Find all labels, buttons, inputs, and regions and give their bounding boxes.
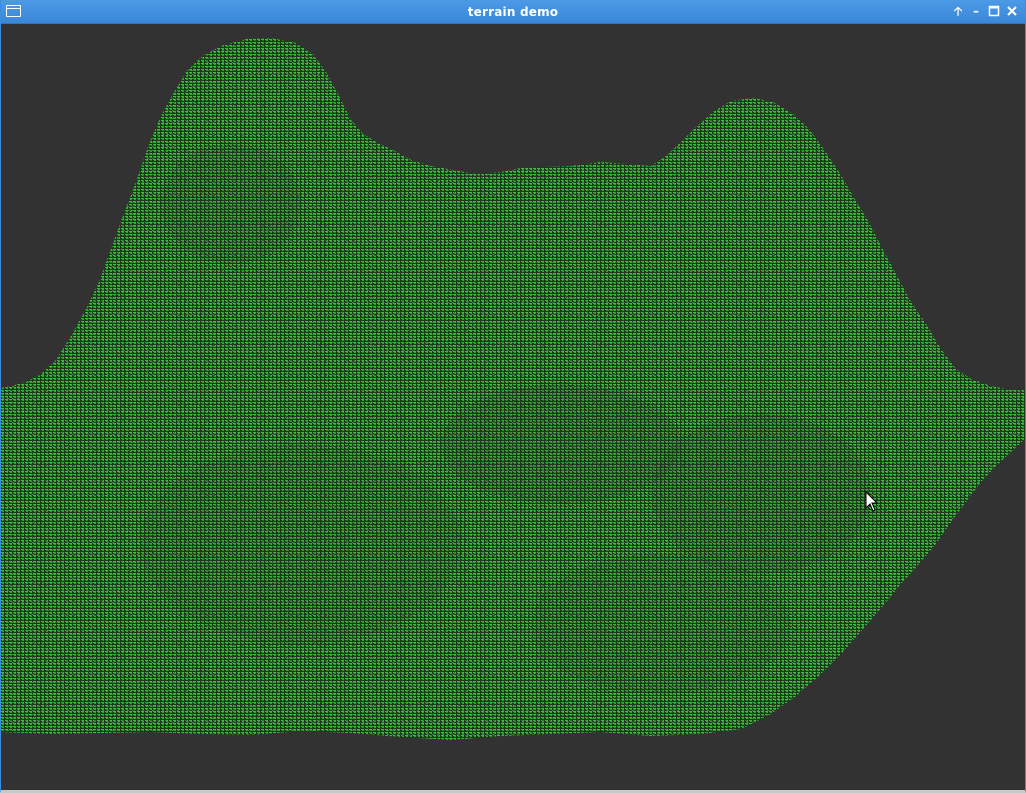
mouse-pointer-icon (865, 491, 879, 512)
app-window: terrain demo 🡡 – (0, 0, 1026, 793)
close-icon[interactable] (1004, 3, 1020, 19)
render-viewport[interactable] (1, 24, 1025, 790)
title-bar[interactable]: terrain demo 🡡 – (1, 0, 1025, 24)
terrain-render (1, 38, 1025, 740)
arrow-up-icon[interactable]: 🡡 (950, 3, 966, 19)
maximize-icon[interactable] (986, 3, 1002, 19)
window-title: terrain demo (467, 5, 559, 19)
minimize-icon[interactable]: – (968, 3, 984, 19)
